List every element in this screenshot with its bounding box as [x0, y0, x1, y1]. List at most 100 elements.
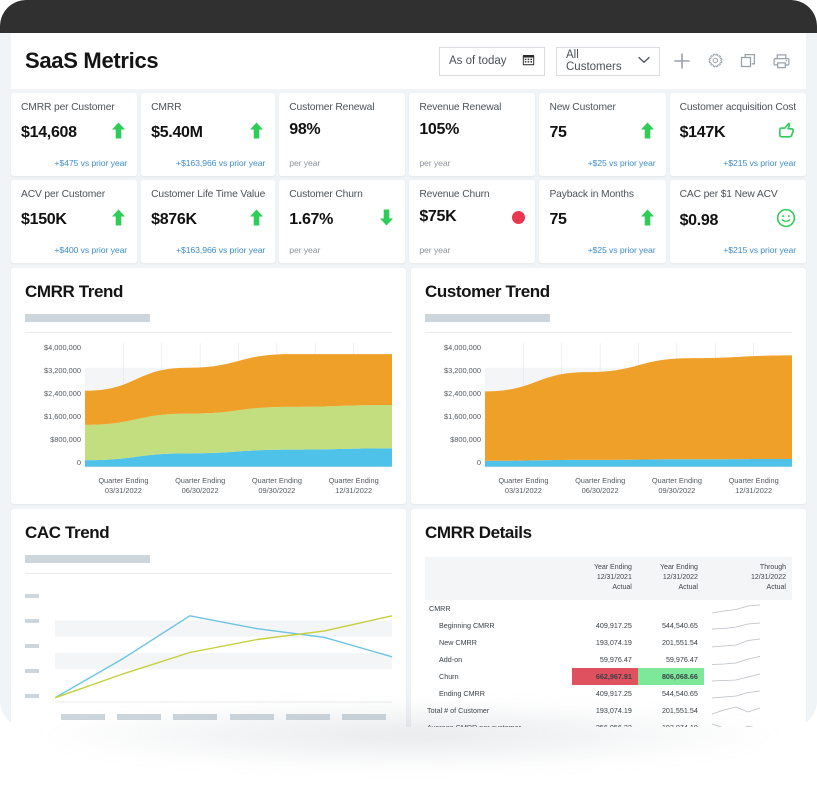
x-tick-label: Quarter Ending12/31/2022: [715, 476, 792, 496]
date-filter-button[interactable]: As of today: [439, 47, 545, 76]
y-tick-label: $800,000: [50, 435, 81, 444]
arrow-up-icon: [639, 121, 656, 145]
kpi-label: Revenue Renewal: [419, 102, 525, 114]
kpi-subtext: +$25 vs prior year: [549, 158, 655, 168]
divider: [25, 332, 392, 333]
arrow-up-icon: [110, 121, 127, 145]
kpi-card[interactable]: CMRR per Customer$14,608+$475 vs prior y…: [11, 93, 137, 176]
kpi-label: Customer acquisition Cost: [680, 102, 796, 114]
cmrr-trend-chart[interactable]: $4,000,000 $3,200,000 $2,400,000 $1,600,000…: [25, 343, 392, 496]
table-row[interactable]: New CMRR193,074.19201,551.54: [425, 634, 792, 651]
kpi-indicator: [776, 208, 796, 233]
cmrr-details-panel: CMRR Details Year Ending12/31/2021Actual…: [411, 509, 806, 727]
arrow-up-icon: [248, 208, 265, 232]
kpi-card[interactable]: ACV per Customer$150K+$400 vs prior year: [11, 180, 137, 263]
row-label: CMRR: [425, 600, 572, 617]
row-value: 59,976.47: [572, 651, 638, 668]
y-tick-label: $4,000,000: [44, 343, 81, 352]
kpi-card[interactable]: New Customer75+$25 vs prior year: [539, 93, 665, 176]
kpi-subtext: +$215 vs prior year: [680, 245, 796, 255]
kpi-indicator: [248, 121, 265, 145]
kpi-card[interactable]: Revenue Churn$75Kper year: [409, 180, 535, 263]
kpi-label: ACV per Customer: [21, 189, 127, 201]
device-drop-shadow: [40, 700, 777, 770]
kpi-indicator: [777, 121, 796, 145]
customer-trend-panel: Customer Trend $4,000,000$3,200,000$2,40…: [411, 268, 806, 504]
kpi-value: $5.40M: [151, 124, 203, 142]
y-tick-label: $1,600,000: [44, 412, 81, 421]
kpi-subtext: +$475 vs prior year: [21, 158, 127, 168]
customer-trend-title: Customer Trend: [425, 282, 792, 302]
x-tick-label: Quarter Ending12/31/2022: [315, 476, 392, 496]
gear-icon: [706, 52, 724, 70]
plus-icon: [673, 52, 691, 70]
kpi-label: Customer Churn: [289, 189, 395, 201]
kpi-value-row: $14,608: [21, 121, 127, 145]
kpi-card[interactable]: Customer Life Time Value$876K+$163,966 v…: [141, 180, 275, 263]
kpi-value: $75K: [419, 208, 456, 226]
app-window: SaaS Metrics As of today: [0, 33, 817, 727]
y-tick-label: $3,200,000: [444, 366, 481, 375]
row-value: 544,540.65: [638, 617, 704, 634]
cac-trend-title: CAC Trend: [25, 523, 392, 543]
row-value: 806,068.66: [638, 668, 704, 685]
kpi-label: Customer Renewal: [289, 102, 395, 114]
axis-label-placeholder: [25, 619, 39, 623]
kpi-card[interactable]: Customer acquisition Cost $147K +$215 vs p…: [670, 93, 806, 176]
cac-trend-panel: CAC Trend: [11, 509, 406, 727]
y-tick-label: $3,200,000: [44, 366, 81, 375]
settings-button[interactable]: [704, 50, 726, 72]
table-header-row: Year Ending12/31/2021ActualYear Ending12…: [425, 557, 792, 600]
row-value: 201,551.54: [638, 634, 704, 651]
table-column-header: Year Ending12/31/2022Actual: [638, 557, 704, 600]
row-label: Beginning CMRR: [425, 617, 572, 634]
y-tick-label: 0: [77, 458, 81, 467]
customer-filter-select[interactable]: All Customers: [556, 47, 660, 76]
cmrr-plot: [85, 343, 392, 472]
table-row[interactable]: Churn662,967.91806,068.66: [425, 668, 792, 685]
table-row[interactable]: Beginning CMRR409,917.25544,540.65: [425, 617, 792, 634]
subtitle-placeholder: [425, 314, 550, 322]
chevron-down-icon: [638, 55, 650, 67]
app-header: SaaS Metrics As of today: [11, 33, 806, 89]
kpi-card[interactable]: Revenue Renewal105%per year: [409, 93, 535, 176]
divider: [425, 332, 792, 333]
table-row[interactable]: CMRR: [425, 600, 792, 617]
table-column-header: Through12/31/2022Actual: [704, 557, 792, 600]
customer-trend-chart[interactable]: $4,000,000$3,200,000$2,400,000$1,600,000…: [425, 343, 792, 496]
axis-label-placeholder: [25, 669, 39, 673]
table-row[interactable]: Add-on59,976.4759,976.47: [425, 651, 792, 668]
kpi-subtext: +$215 vs prior year: [680, 158, 796, 168]
kpi-label: CAC per $1 New ACV: [680, 189, 796, 201]
subtitle-placeholder: [25, 555, 150, 563]
kpi-card[interactable]: CMRR$5.40M+$163,966 vs prior year: [141, 93, 275, 176]
kpi-label: Payback in Months: [549, 189, 655, 201]
add-button[interactable]: [671, 50, 693, 72]
row-label: Add-on: [425, 651, 572, 668]
kpi-value: 98%: [289, 121, 320, 139]
y-tick-label: $2,400,000: [44, 389, 81, 398]
kpi-label: CMRR: [151, 102, 265, 114]
kpi-card[interactable]: Payback in Months75+$25 vs prior year: [539, 180, 665, 263]
kpi-card[interactable]: CAC per $1 New ACV$0.98+$215 vs prior ye…: [670, 180, 806, 263]
kpi-label: New Customer: [549, 102, 655, 114]
kpi-value: $876K: [151, 211, 197, 229]
axis-label-placeholder: [25, 594, 39, 598]
y-tick-label: $2,400,000: [444, 389, 481, 398]
kpi-card[interactable]: Customer Renewal98%per year: [279, 93, 405, 176]
row-value: [572, 600, 638, 617]
y-tick-label: $800,000: [450, 435, 481, 444]
kpi-value-row: 75: [549, 208, 655, 232]
print-button[interactable]: [770, 50, 792, 72]
table-column-header: Year Ending12/31/2021Actual: [572, 557, 638, 600]
cmrr-x-axis: Quarter Ending03/31/2022Quarter Ending06…: [85, 476, 392, 496]
duplicate-button[interactable]: [737, 50, 759, 72]
customer-plot: [485, 343, 792, 472]
row-label: Churn: [425, 668, 572, 685]
device-frame: SaaS Metrics As of today: [0, 0, 817, 727]
x-tick-label: Quarter Ending03/31/2022: [485, 476, 562, 496]
kpi-card[interactable]: Customer Churn1.67%per year: [279, 180, 405, 263]
kpi-value-row: $147K: [680, 121, 796, 145]
arrow-up-icon: [248, 121, 265, 145]
kpi-value: $147K: [680, 124, 726, 142]
